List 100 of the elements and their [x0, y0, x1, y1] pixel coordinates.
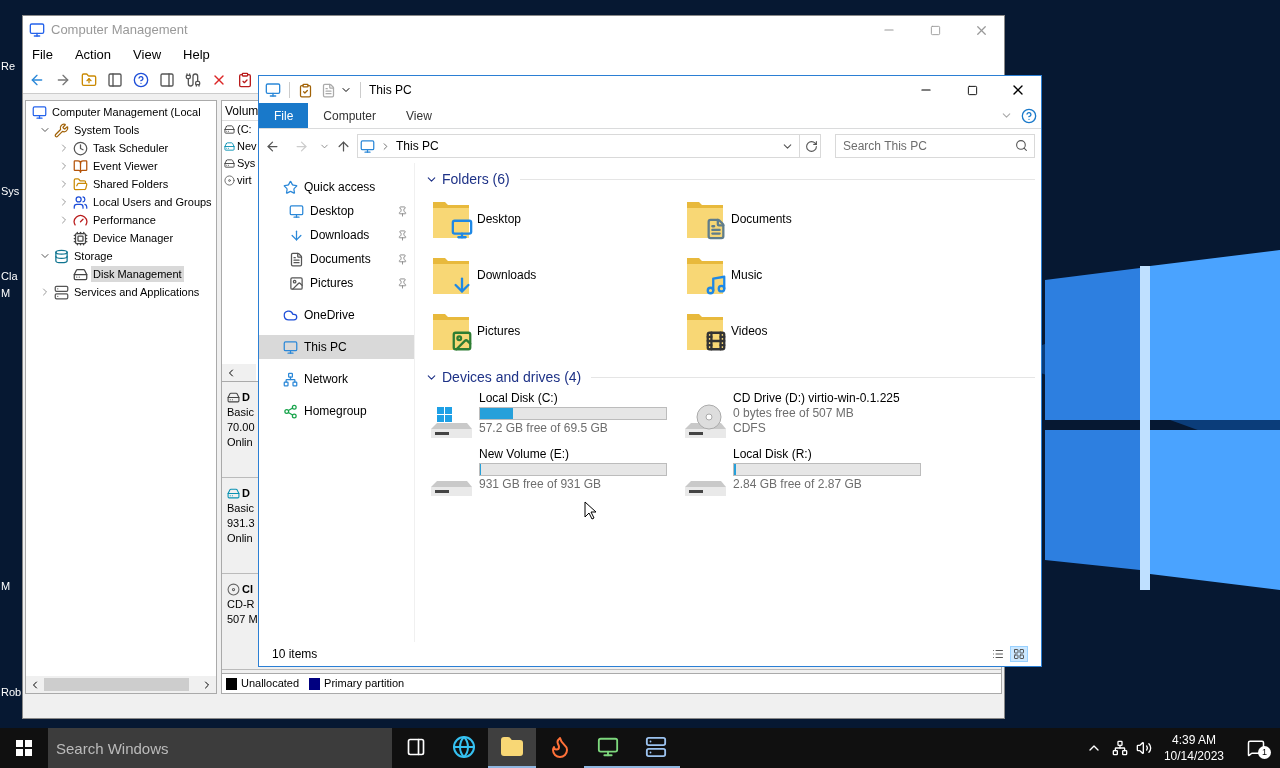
time-text: 4:39 AM	[1171, 732, 1216, 748]
folder-up-icon	[81, 71, 97, 88]
volume-name[interactable]: Nev	[237, 138, 257, 155]
disk-info: Onlin	[227, 531, 253, 546]
drive-name[interactable]: New Volume (E:)	[479, 447, 667, 462]
volume-name[interactable]: Sys	[237, 155, 256, 172]
disk-info: Onlin	[227, 435, 253, 450]
properties-icon	[237, 71, 253, 88]
scrollbar-thumb[interactable]	[44, 678, 189, 691]
folder-name[interactable]: Documents	[731, 210, 792, 228]
drive-name[interactable]: Local Disk (R:)	[733, 447, 921, 462]
disk-name: Cl	[242, 582, 253, 597]
action-center-button[interactable]: 1	[1232, 728, 1280, 768]
search-field[interactable]: Search Windows	[48, 728, 392, 768]
drive-icon	[224, 158, 235, 169]
free-space-text: 2.84 GB free of 2.87 GB	[733, 477, 863, 492]
disk-info: CD-R	[227, 597, 255, 612]
address-bar[interactable]: This PC	[357, 134, 821, 158]
log-icon	[73, 158, 88, 174]
users-icon	[73, 194, 88, 210]
menu-item[interactable]: Help	[183, 45, 210, 65]
nav-item[interactable]: This PC	[259, 335, 414, 359]
nav-item[interactable]: OneDrive	[259, 303, 414, 327]
help-icon	[133, 71, 149, 88]
drive-name[interactable]: Local Disk (C:)	[479, 391, 667, 406]
drive-icon	[429, 479, 473, 499]
clock[interactable]: 4:39 AM 10/14/2023	[1155, 732, 1232, 764]
nav-item[interactable]: Documents	[259, 247, 414, 271]
tree-item[interactable]: Services and Applications	[72, 283, 202, 301]
tree-item[interactable]: Computer Management (Local	[50, 103, 203, 121]
tree-item[interactable]: Device Manager	[91, 229, 176, 247]
nav-item[interactable]: Desktop	[259, 199, 414, 223]
disk-info: Basic	[227, 501, 254, 516]
cd-drive-icon	[227, 583, 240, 596]
tree-item[interactable]: System Tools	[72, 121, 142, 139]
tree-item[interactable]: Performance	[91, 211, 158, 229]
desktop-icon-label[interactable]: Cla	[1, 268, 18, 285]
folder-name[interactable]: Downloads	[477, 266, 537, 284]
folder-name[interactable]: Desktop	[477, 210, 522, 228]
tree-item[interactable]: Shared Folders	[91, 175, 171, 193]
task-view-icon	[406, 737, 426, 757]
menu-item[interactable]: Action	[74, 45, 112, 65]
desktop-icon-label[interactable]: M	[1, 578, 11, 595]
free-space-text: 0 bytes free of 507 MB	[733, 406, 855, 421]
help-icon[interactable]	[1021, 107, 1037, 124]
status-text: 10 items	[272, 646, 319, 663]
volume-name[interactable]: virt	[237, 172, 252, 189]
search-field[interactable]: Search This PC	[835, 134, 1035, 158]
desktop-icon-label[interactable]: Rob	[1, 684, 22, 701]
drive-icon	[224, 141, 235, 152]
desktop-icon-label[interactable]: Re	[1, 58, 16, 75]
tree-item[interactable]: Task Scheduler	[91, 139, 171, 157]
desktop-icon-label[interactable]: M	[1, 285, 11, 302]
folder-name[interactable]: Videos	[731, 322, 768, 340]
homegroup-icon	[283, 403, 298, 419]
nav-item[interactable]: Homegroup	[259, 399, 414, 423]
windows-logo-icon	[16, 740, 32, 756]
ribbon-tab[interactable]: File	[259, 103, 309, 128]
properties-icon[interactable]	[298, 82, 313, 98]
desktop-icon-label[interactable]: Sys	[1, 183, 20, 200]
section-heading[interactable]: Devices and drives (4)	[442, 366, 582, 388]
menu-item[interactable]: File	[32, 45, 53, 65]
refresh-icon[interactable]	[805, 139, 818, 153]
network-icon[interactable]	[1111, 740, 1128, 756]
search-icon	[1015, 139, 1028, 152]
up-icon[interactable]	[336, 138, 351, 154]
horizontal-scrollbar[interactable]	[26, 676, 216, 693]
menu-item[interactable]: View	[133, 45, 162, 65]
window-title: Computer Management	[51, 21, 189, 40]
desktop-icon	[289, 203, 304, 219]
back-icon[interactable]	[265, 138, 280, 154]
ribbon-tab[interactable]: Computer	[308, 103, 392, 128]
nav-item[interactable]: Downloads	[259, 223, 414, 247]
tree-item[interactable]: Storage	[72, 247, 115, 265]
tree-item[interactable]: Event Viewer	[91, 157, 160, 175]
drive-icon	[227, 487, 240, 500]
drive-name[interactable]: CD Drive (D:) virtio-win-0.1.225	[733, 391, 921, 406]
nav-item[interactable]: Quick access	[259, 175, 414, 199]
computer-icon	[265, 82, 281, 98]
column-header[interactable]: Volum	[222, 101, 259, 120]
folder-name[interactable]: Music	[731, 266, 763, 284]
disk-info: 931.3	[227, 516, 255, 531]
cd-drive-icon	[224, 175, 235, 186]
volume-name[interactable]: (C:	[237, 121, 252, 138]
server-icon	[645, 736, 667, 758]
nav-item[interactable]: Pictures	[259, 271, 414, 295]
legend-label: Primary partition	[324, 676, 405, 692]
drive-icon	[683, 479, 727, 499]
document-icon	[289, 251, 304, 267]
network-icon	[283, 371, 298, 387]
free-space-text: 57.2 GB free of 69.5 GB	[479, 421, 609, 436]
nav-item[interactable]: Network	[259, 367, 414, 391]
horizontal-scrollbar[interactable]	[222, 364, 256, 381]
section-heading[interactable]: Folders (6)	[442, 168, 510, 190]
tree-item[interactable]: Local Users and Groups	[91, 193, 214, 211]
taskbar-button[interactable]	[488, 728, 536, 768]
ribbon-tab[interactable]: View	[391, 103, 447, 128]
tree-item[interactable]: Disk Management	[91, 265, 184, 283]
large-icons-view-button[interactable]	[1010, 646, 1028, 662]
folder-name[interactable]: Pictures	[477, 322, 521, 340]
